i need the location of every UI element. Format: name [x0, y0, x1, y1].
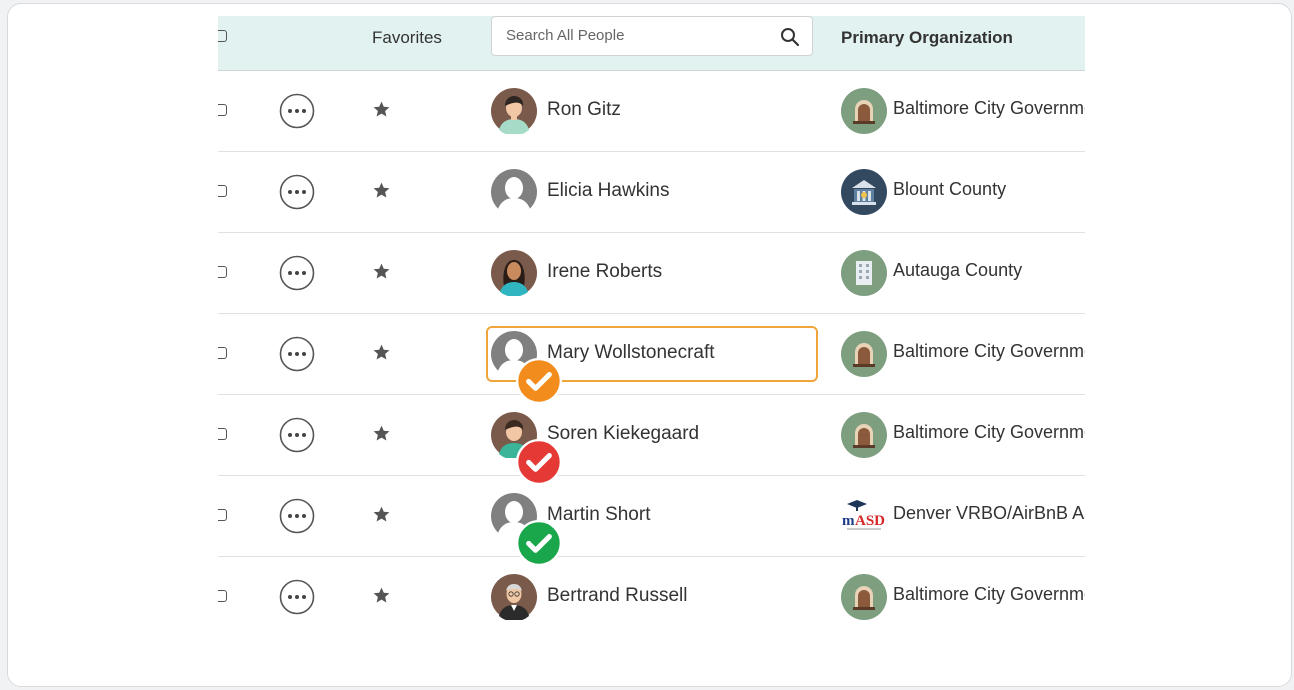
organization-name: Baltimore City Government	[893, 584, 1085, 604]
person-name: Ron Gitz	[547, 99, 621, 120]
favorite-star-icon[interactable]	[372, 181, 391, 200]
old-man-avatar-icon	[491, 574, 537, 620]
person-cell[interactable]: Irene Roberts	[486, 245, 818, 301]
svg-text:ASD: ASD	[855, 513, 885, 529]
favorite-star-icon[interactable]	[372, 343, 391, 362]
table-row: Mary Wollstonecraft Baltimore City Gover…	[218, 314, 1085, 404]
organization-cell[interactable]: Blount County	[841, 169, 1085, 215]
person-name: Irene Roberts	[547, 261, 663, 282]
row-checkbox[interactable]	[218, 266, 227, 278]
organization-cell[interactable]: mASD Denver VRBO/AirBnB Association	[841, 493, 1085, 539]
primary-organization-column-header[interactable]: Primary Organization	[841, 28, 1013, 48]
doorway-logo-icon	[841, 412, 887, 458]
person-name: Mary Wollstonecraft	[547, 342, 715, 363]
courthouse-logo-icon	[841, 169, 887, 215]
person-name: Martin Short	[547, 504, 651, 525]
person-cell[interactable]: Ron Gitz	[486, 83, 818, 139]
person-name: Elicia Hawkins	[547, 180, 670, 201]
person-cell[interactable]: Elicia Hawkins	[486, 164, 818, 220]
man-avatar-icon	[491, 412, 562, 485]
organization-cell[interactable]: Autauga County	[841, 250, 1085, 296]
table-header: Favorites Primary Organization	[218, 16, 1085, 71]
favorite-star-icon[interactable]	[372, 100, 391, 119]
favorite-star-icon[interactable]	[372, 262, 391, 281]
organization-name: Baltimore City Government	[893, 422, 1085, 442]
more-options-icon[interactable]	[279, 174, 315, 210]
organization-cell[interactable]: Baltimore City Government	[841, 574, 1085, 620]
row-checkbox[interactable]	[218, 185, 227, 197]
person-cell[interactable]: Bertrand Russell	[486, 569, 818, 625]
table-row: Martin Short mASD Denver VRBO/AirBnB Ass…	[218, 476, 1085, 566]
building-logo-icon	[841, 250, 887, 296]
favorites-column-header[interactable]: Favorites	[372, 28, 442, 48]
person-cell[interactable]: Mary Wollstonecraft	[486, 326, 818, 404]
favorite-star-icon[interactable]	[372, 586, 391, 605]
row-checkbox[interactable]	[218, 104, 227, 116]
more-options-icon[interactable]	[279, 255, 315, 291]
person-name: Soren Kiekegaard	[547, 423, 700, 444]
table-row: Soren Kiekegaard Baltimore City Governme…	[218, 395, 1085, 485]
row-checkbox[interactable]	[218, 590, 227, 602]
more-options-icon[interactable]	[279, 93, 315, 129]
organization-cell[interactable]: Baltimore City Government	[841, 331, 1085, 377]
people-table: Favorites Primary Organization Ron Gitz	[218, 16, 1085, 637]
doorway-logo-icon	[841, 331, 887, 377]
row-checkbox[interactable]	[218, 347, 227, 359]
organization-name: Blount County	[893, 179, 1007, 199]
select-all-checkbox[interactable]	[218, 30, 227, 42]
person-cell[interactable]: Martin Short	[486, 488, 818, 566]
table-row: Bertrand Russell Baltimore City Governme…	[218, 557, 1085, 637]
svg-text:m: m	[842, 513, 855, 529]
row-checkbox[interactable]	[218, 509, 227, 521]
row-checkbox[interactable]	[218, 428, 227, 440]
organization-cell[interactable]: Baltimore City Government	[841, 412, 1085, 458]
search-icon[interactable]	[780, 27, 800, 47]
more-options-icon[interactable]	[279, 336, 315, 372]
table-row: Ron Gitz Baltimore City Government	[218, 71, 1085, 152]
organization-name: Denver VRBO/AirBnB Association	[893, 503, 1085, 523]
default-person-icon	[491, 493, 562, 566]
woman-avatar-icon	[491, 250, 537, 296]
default-person-icon	[491, 331, 562, 404]
man-avatar-icon	[491, 88, 537, 134]
favorite-star-icon[interactable]	[372, 505, 391, 524]
default-person-icon	[491, 169, 537, 215]
search-input[interactable]	[492, 17, 776, 53]
person-cell[interactable]: Soren Kiekegaard	[486, 407, 818, 485]
organization-name: Baltimore City Government	[893, 341, 1085, 361]
organization-cell[interactable]: Baltimore City Government	[841, 88, 1085, 134]
more-options-icon[interactable]	[279, 579, 315, 615]
doorway-logo-icon	[841, 88, 887, 134]
app-frame: Favorites Primary Organization Ron Gitz	[7, 3, 1292, 687]
doorway-logo-icon	[841, 574, 887, 620]
table-row: Elicia Hawkins Blount County	[218, 152, 1085, 233]
person-name: Bertrand Russell	[547, 585, 688, 606]
organization-name: Autauga County	[893, 260, 1023, 280]
table-row: Irene Roberts Autauga County	[218, 233, 1085, 314]
favorite-star-icon[interactable]	[372, 424, 391, 443]
organization-name: Baltimore City Government	[893, 98, 1085, 118]
more-options-icon[interactable]	[279, 498, 315, 534]
more-options-icon[interactable]	[279, 417, 315, 453]
masd-logo-icon: m ASD	[841, 493, 887, 539]
search-box	[491, 16, 813, 56]
